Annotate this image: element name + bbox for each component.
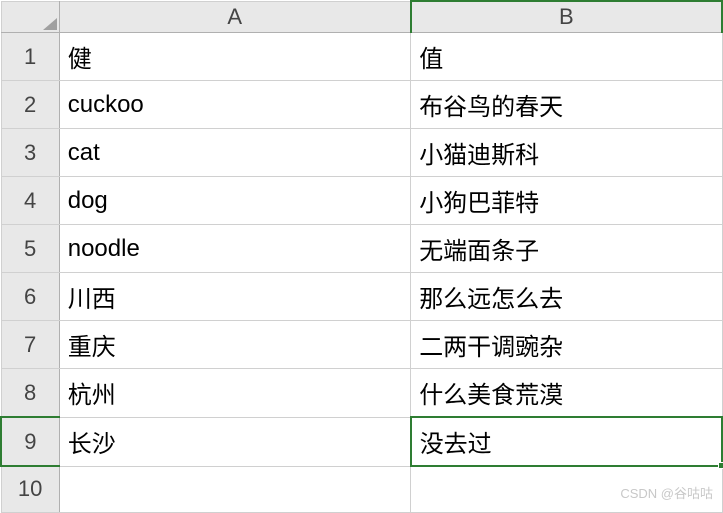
cell-a5[interactable]: noodle <box>59 225 410 273</box>
cell-a6[interactable]: 川西 <box>59 273 410 321</box>
data-row: 4 dog 小狗巴菲特 <box>1 177 722 225</box>
cell-b6[interactable]: 那么远怎么去 <box>411 273 722 321</box>
cell-a8[interactable]: 杭州 <box>59 369 410 418</box>
cell-a10[interactable] <box>59 466 410 512</box>
cell-a9[interactable]: 长沙 <box>59 417 410 466</box>
cell-b1[interactable]: 值 <box>411 33 722 81</box>
cell-b5[interactable]: 无端面条子 <box>411 225 722 273</box>
column-header-b[interactable]: B <box>411 1 722 33</box>
cell-a1[interactable]: 健 <box>59 33 410 81</box>
row-header-9[interactable]: 9 <box>1 417 59 466</box>
row-header-2[interactable]: 2 <box>1 81 59 129</box>
select-all-corner[interactable] <box>1 1 59 33</box>
header-row: A B <box>1 1 722 33</box>
data-row: 2 cuckoo 布谷鸟的春天 <box>1 81 722 129</box>
cell-b9-active[interactable]: 没去过 <box>411 417 722 466</box>
data-row: 5 noodle 无端面条子 <box>1 225 722 273</box>
cell-a4[interactable]: dog <box>59 177 410 225</box>
cell-b9-value: 没去过 <box>420 431 492 458</box>
data-row: 6 川西 那么远怎么去 <box>1 273 722 321</box>
data-row: 10 <box>1 466 722 512</box>
cell-a7[interactable]: 重庆 <box>59 321 410 369</box>
cell-a2[interactable]: cuckoo <box>59 81 410 129</box>
watermark-text: CSDN @谷咕咕 <box>620 483 713 502</box>
column-header-a[interactable]: A <box>59 1 410 33</box>
cell-b3[interactable]: 小猫迪斯科 <box>411 129 722 177</box>
data-row: 1 健 值 <box>1 33 722 81</box>
fill-handle[interactable] <box>718 462 723 469</box>
spreadsheet-grid: A B 1 健 值 2 cuckoo 布谷鸟的春天 3 cat 小猫迪斯科 4 … <box>0 0 723 513</box>
data-row: 3 cat 小猫迪斯科 <box>1 129 722 177</box>
row-header-4[interactable]: 4 <box>1 177 59 225</box>
cell-a3[interactable]: cat <box>59 129 410 177</box>
row-header-7[interactable]: 7 <box>1 321 59 369</box>
row-header-3[interactable]: 3 <box>1 129 59 177</box>
cell-b7[interactable]: 二两干调豌杂 <box>411 321 722 369</box>
row-header-10[interactable]: 10 <box>1 466 59 512</box>
row-header-1[interactable]: 1 <box>1 33 59 81</box>
row-header-8[interactable]: 8 <box>1 369 59 418</box>
data-row: 7 重庆 二两干调豌杂 <box>1 321 722 369</box>
data-row: 9 长沙 没去过 <box>1 417 722 466</box>
row-header-6[interactable]: 6 <box>1 273 59 321</box>
corner-triangle-icon <box>43 18 57 30</box>
cell-b8[interactable]: 什么美食荒漠 <box>411 369 722 418</box>
row-header-5[interactable]: 5 <box>1 225 59 273</box>
cell-b2[interactable]: 布谷鸟的春天 <box>411 81 722 129</box>
cell-b4[interactable]: 小狗巴菲特 <box>411 177 722 225</box>
data-row: 8 杭州 什么美食荒漠 <box>1 369 722 418</box>
